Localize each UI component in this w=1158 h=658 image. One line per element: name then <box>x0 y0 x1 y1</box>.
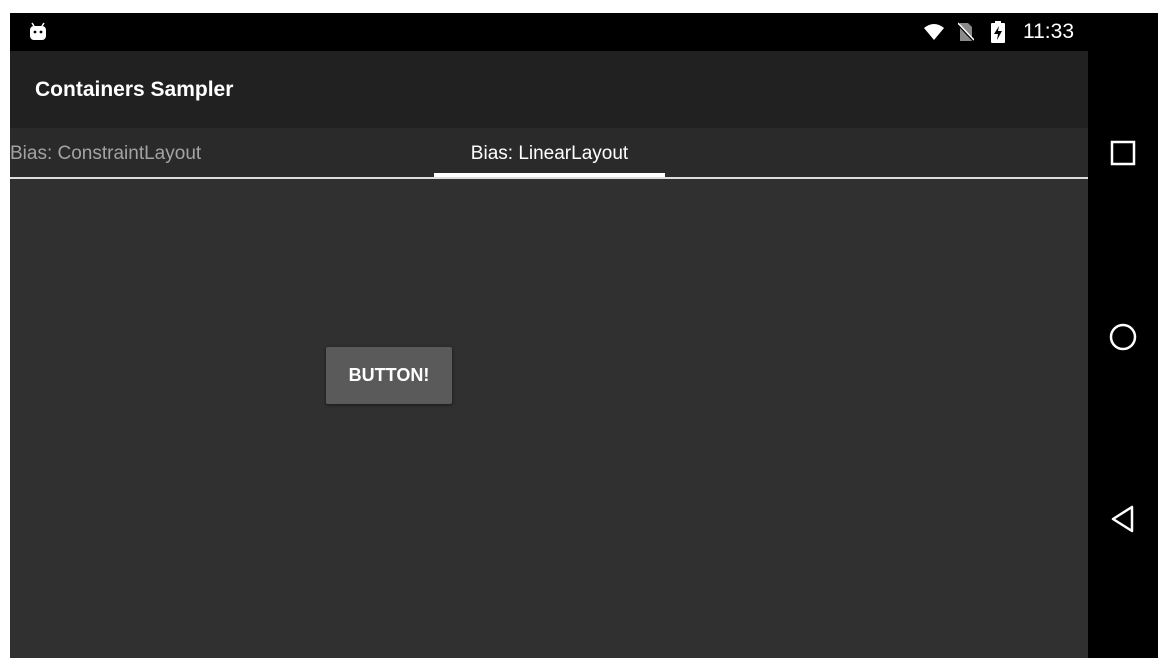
status-bar: 11:33 <box>10 13 1088 51</box>
tab-bar: Bias: ConstraintLayout Bias: LinearLayou… <box>10 128 1088 179</box>
back-icon <box>1110 505 1136 538</box>
app-bar: Containers Sampler <box>10 51 1088 128</box>
tab-bias-linearlayout[interactable]: Bias: LinearLayout <box>434 128 665 177</box>
main-button[interactable]: BUTTON! <box>326 347 452 404</box>
navigation-bar <box>1088 13 1158 658</box>
back-button[interactable] <box>1088 476 1158 566</box>
status-icons: 11:33 <box>923 13 1074 51</box>
recents-icon <box>1110 140 1136 171</box>
clock: 11:33 <box>1023 20 1074 43</box>
tab-bias-constraintlayout[interactable]: Bias: ConstraintLayout <box>10 128 201 177</box>
home-button[interactable] <box>1088 294 1158 384</box>
device-screen: 11:33 Containers Sampler Bias: Constrain… <box>10 13 1158 658</box>
recents-button[interactable] <box>1088 110 1158 200</box>
app-title: Containers Sampler <box>35 78 234 101</box>
no-sim-icon <box>955 21 977 43</box>
android-notification-icon <box>28 22 48 42</box>
wifi-icon <box>923 21 945 43</box>
home-icon <box>1108 322 1138 357</box>
selected-tab-indicator <box>434 173 665 177</box>
content-area: BUTTON! <box>10 179 1088 658</box>
battery-charging-icon <box>987 21 1009 43</box>
